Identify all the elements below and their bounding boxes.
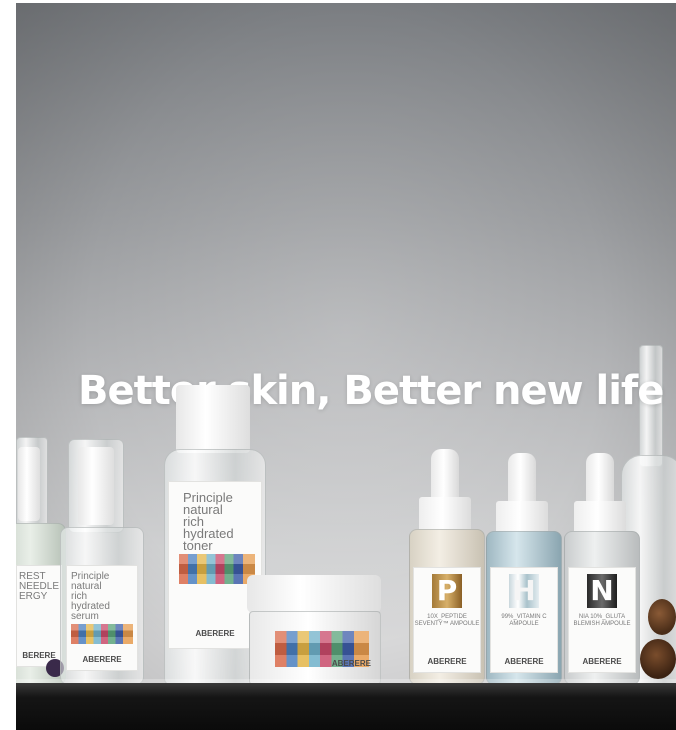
label-artwork bbox=[71, 624, 133, 644]
product-label: P 10X_PEPTIDE SEVENTY™ AMPOULE ABERERE bbox=[413, 567, 481, 673]
hero-banner: Better skin, Better new life REST NEEDLE… bbox=[16, 3, 676, 730]
ampoule-bottle-p: P 10X_PEPTIDE SEVENTY™ AMPOULE ABERERE bbox=[409, 449, 485, 685]
cream-jar: ABERERE bbox=[247, 575, 381, 685]
serum-pump-bottle: Principle natural rich hydrated serum AB… bbox=[60, 439, 144, 685]
pine-cone-decoration bbox=[640, 599, 676, 683]
product-label: REST NEEDLE ERGY BERERE bbox=[16, 565, 62, 667]
label-artwork bbox=[179, 554, 255, 584]
jar-brand-label: ABERERE bbox=[331, 659, 371, 668]
serum-bottle-left: REST NEEDLE ERGY BERERE bbox=[16, 437, 66, 685]
ampoule-bottle-h: H 99%_VITAMIN C AMPOULE ABERERE bbox=[486, 453, 562, 685]
product-label: H 99%_VITAMIN C AMPOULE ABERERE bbox=[490, 567, 558, 673]
product-label: N NIA 10%_GLUTA BLEMISH AMPOULE ABERERE bbox=[568, 567, 636, 673]
ampoule-bottle-n: N NIA 10%_GLUTA BLEMISH AMPOULE ABERERE bbox=[564, 453, 640, 685]
shelf-surface bbox=[16, 683, 676, 730]
product-label: Principle natural rich hydrated serum AB… bbox=[66, 565, 138, 671]
